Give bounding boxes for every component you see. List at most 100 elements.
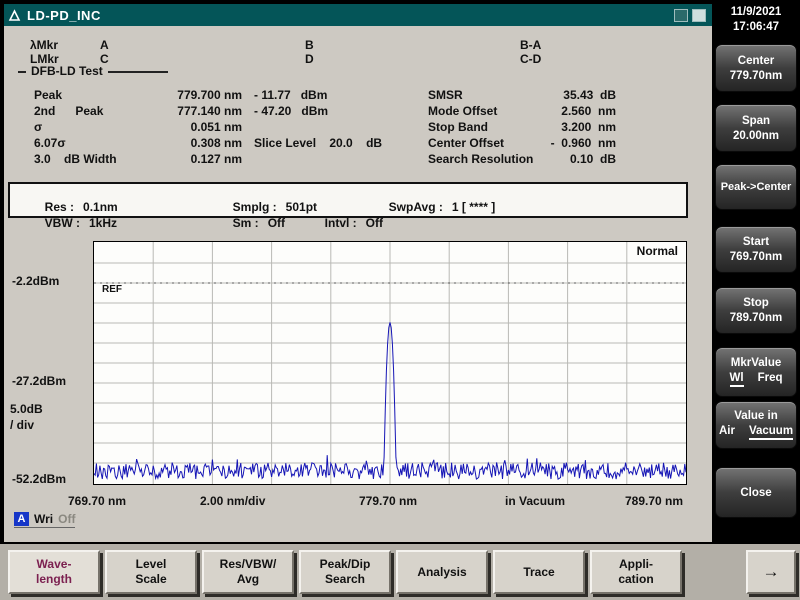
stop-button[interactable]: Stop 789.70nm <box>715 287 797 334</box>
start-button[interactable]: Start 769.70nm <box>715 226 797 273</box>
trace-off-label: Off <box>58 512 75 526</box>
softkey-trace[interactable]: Trace <box>493 550 585 594</box>
group-dash <box>18 71 26 73</box>
softkey-label: Scale <box>135 572 166 587</box>
start-button-label: Start <box>743 236 769 248</box>
maximize-icon[interactable] <box>692 9 706 22</box>
peak-label: Peak <box>34 88 62 102</box>
peak-to-center-label: Peak->Center <box>721 181 792 193</box>
db-width-label: 3.0 dB Width <box>34 152 117 166</box>
mode-offset-label: Mode Offset <box>428 104 497 118</box>
span-button[interactable]: Span 20.00nm <box>715 104 797 152</box>
analysis-group-title: DFB-LD Test <box>18 64 168 78</box>
softkey-wavelength[interactable]: Wave- length <box>8 550 100 594</box>
stop-band-value: 3.200 nm <box>502 120 616 134</box>
mkr-value-button[interactable]: MkrValue Wl Freq <box>715 347 797 397</box>
vbw-label: VBW : <box>45 216 80 230</box>
peak-wavelength-value: 779.700 nm <box>122 88 242 102</box>
peak-level-value: - 11.77 dBm <box>254 88 327 102</box>
softkey-label: Wave- <box>37 557 72 572</box>
mkr-value-label: MkrValue <box>731 357 782 369</box>
analysis-row: 6.07σ 0.308 nm Slice Level 20.0 dB Cente… <box>4 136 712 152</box>
minimize-icon[interactable] <box>674 9 688 22</box>
mkr-value-freq-option[interactable]: Freq <box>758 372 783 387</box>
display-mode-label: Normal <box>637 244 678 258</box>
trace-a-indicator[interactable]: A Wri Off <box>14 512 75 528</box>
softkey-analysis[interactable]: Analysis <box>396 550 488 594</box>
bottom-softkey-bar: Wave- length Level Scale Res/VBW/ Avg Pe… <box>0 544 800 600</box>
clock-date: 11/9/2021 <box>712 5 800 20</box>
sm-value: Off <box>259 216 285 230</box>
softkey-label: Level <box>136 557 167 572</box>
vbw-setting: VBW :1kHz <box>18 202 117 244</box>
smsr-value: 35.43 dB <box>502 88 616 102</box>
sm-setting: Sm :Off <box>206 202 285 244</box>
softkey-level-scale[interactable]: Level Scale <box>105 550 197 594</box>
x-axis-label-right: 789.70 nm <box>625 494 683 508</box>
x-axis-label-left: 769.70 nm <box>68 494 126 508</box>
softkey-label: Appli- <box>619 557 653 572</box>
title-bar: LD-PD_INC <box>4 4 712 26</box>
six-sigma-label: 6.07σ <box>34 136 66 150</box>
second-peak-level-value: - 47.20 dBm <box>254 104 328 118</box>
osa-screen: LD-PD_INC λMkr A B B-A LMkr C D C-D DFB-… <box>0 0 800 600</box>
softkey-application[interactable]: Appli- cation <box>590 550 682 594</box>
trace-id-badge: A <box>14 512 29 526</box>
softkey-label: cation <box>618 572 653 587</box>
center-button[interactable]: Center 779.70nm <box>715 44 797 92</box>
intvl-value: Off <box>357 216 383 230</box>
start-button-value: 769.70nm <box>730 251 782 263</box>
analysis-row: Peak 779.700 nm - 11.77 dBm SMSR 35.43 d… <box>4 88 712 104</box>
value-in-button[interactable]: Value in Air Vacuum <box>715 401 797 449</box>
second-peak-label: 2nd Peak <box>34 104 103 118</box>
softkey-label: length <box>36 572 72 587</box>
softkey-label: Analysis <box>417 565 466 580</box>
analysis-title: DFB-LD Test <box>26 64 108 78</box>
analysis-results: Peak 779.700 nm - 11.77 dBm SMSR 35.43 d… <box>4 88 712 168</box>
marker-ba-label: B-A <box>520 38 541 52</box>
intvl-label: Intvl : <box>325 216 357 230</box>
softkey-label: Trace <box>523 565 554 580</box>
marker-d-label: D <box>305 52 314 66</box>
anritsu-logo-icon <box>8 9 21 22</box>
analysis-row: 3.0 dB Width 0.127 nm Search Resolution … <box>4 152 712 168</box>
softkey-label: Search <box>325 572 365 587</box>
center-button-value: 779.70nm <box>730 70 782 82</box>
sigma-label: σ <box>34 120 42 134</box>
mkr-value-wl-option[interactable]: Wl <box>730 372 744 387</box>
value-in-label: Value in <box>734 410 777 422</box>
y-axis-label-mid: -27.2dBm <box>12 374 66 388</box>
intvl-setting: Intvl :Off <box>298 202 383 244</box>
span-button-label: Span <box>742 115 770 127</box>
y-axis-label-bottom: -52.2dBm <box>12 472 66 486</box>
x-axis-div-label: 2.00 nm/div <box>200 494 265 508</box>
swpavg-label: SwpAvg : <box>389 200 443 214</box>
softkey-more-arrow[interactable]: → <box>746 550 796 594</box>
clock: 11/9/2021 17:06:47 <box>712 5 800 35</box>
window-title: LD-PD_INC <box>27 8 101 23</box>
value-in-vacuum-option[interactable]: Vacuum <box>749 425 793 440</box>
y-axis-label-top: -2.2dBm <box>12 274 59 288</box>
lambda-marker-label: λMkr <box>30 38 58 52</box>
group-dash <box>108 71 168 73</box>
center-offset-value: - 0.960 nm <box>502 136 616 150</box>
db-width-value: 0.127 nm <box>122 152 242 166</box>
search-resolution-value: 0.10 dB <box>502 152 616 166</box>
stop-button-value: 789.70nm <box>730 312 782 324</box>
span-button-value: 20.00nm <box>733 130 779 142</box>
softkey-peak-dip-search[interactable]: Peak/Dip Search <box>299 550 391 594</box>
stop-band-label: Stop Band <box>428 120 488 134</box>
mode-offset-value: 2.560 nm <box>502 104 616 118</box>
right-arrow-icon: → <box>763 561 780 582</box>
y-axis-div-label: 5.0dB <box>10 402 43 416</box>
peak-to-center-button[interactable]: Peak->Center <box>715 164 797 210</box>
analysis-row: σ 0.051 nm Stop Band 3.200 nm <box>4 120 712 136</box>
y-axis-div-label2: / div <box>10 418 34 432</box>
close-button[interactable]: Close <box>715 467 797 518</box>
sm-label: Sm : <box>233 216 259 230</box>
softkey-res-vbw-avg[interactable]: Res/VBW/ Avg <box>202 550 294 594</box>
sweep-settings-box: Res :0.1nm Smplg :501pt SwpAvg :1 [ ****… <box>8 182 688 218</box>
ref-level-label: REF <box>102 284 122 295</box>
value-in-air-option[interactable]: Air <box>719 425 735 440</box>
sigma-value: 0.051 nm <box>122 120 242 134</box>
